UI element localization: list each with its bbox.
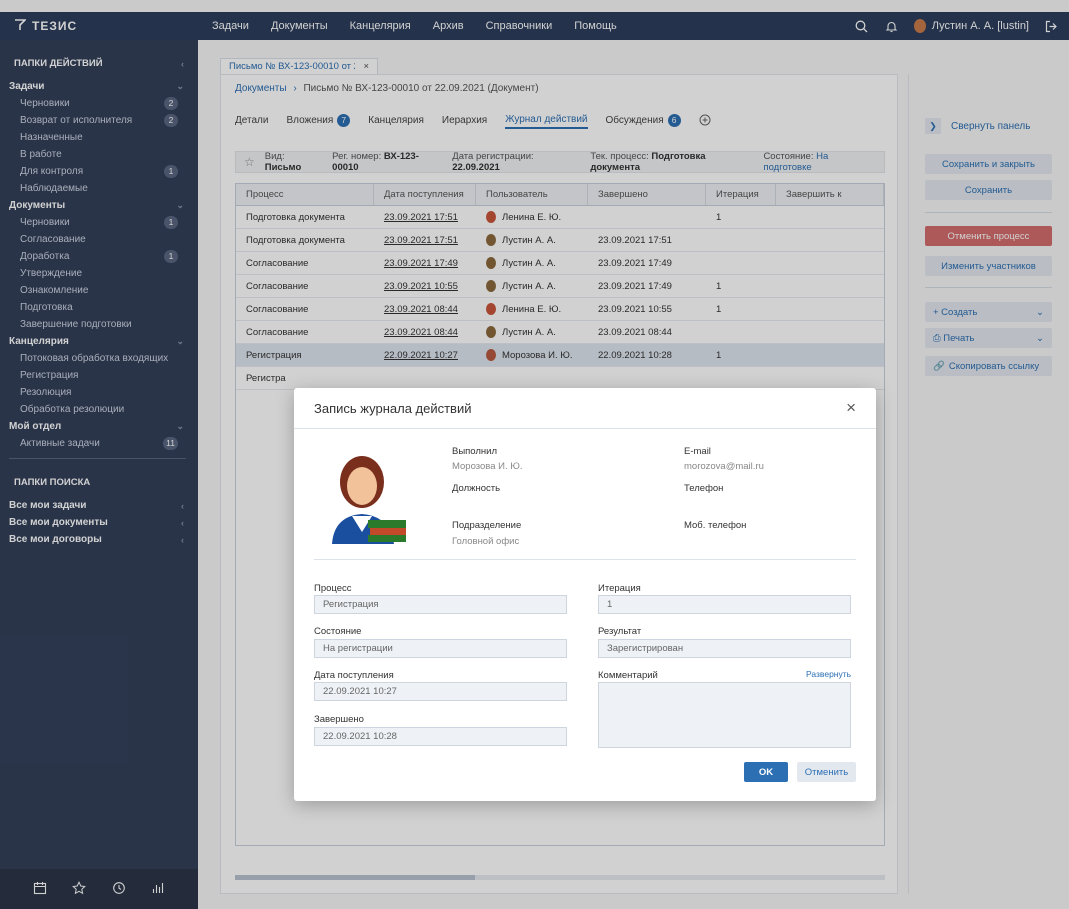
cancel-button[interactable]: Отменить: [797, 762, 856, 782]
mobile-label: Моб. телефон: [684, 520, 747, 531]
department-value: Головной офис: [452, 536, 520, 547]
department-label: Подразделение: [452, 520, 522, 531]
state-field[interactable]: На регистрации: [314, 639, 567, 658]
done-label: Завершено: [314, 714, 364, 725]
performed-label: Выполнил: [452, 446, 498, 457]
email-value: morozova@mail.ru: [684, 461, 764, 472]
dialog-title: Запись журнала действий: [314, 400, 472, 416]
state-label: Состояние: [314, 626, 362, 637]
expand-link[interactable]: Развернуть: [806, 669, 851, 679]
performed-value: Морозова И. Ю.: [452, 461, 523, 472]
user-photo: [314, 444, 414, 544]
result-label: Результат: [598, 626, 642, 637]
dialog-header: Запись журнала действий ×: [294, 388, 876, 429]
phone-label: Телефон: [684, 483, 724, 494]
process-field[interactable]: Регистрация: [314, 595, 567, 614]
ok-button[interactable]: OK: [744, 762, 788, 782]
comment-label: Комментарий: [598, 670, 658, 681]
position-label: Должность: [452, 483, 501, 494]
process-label: Процесс: [314, 583, 352, 594]
comment-field[interactable]: [598, 682, 851, 748]
done-field[interactable]: 22.09.2021 10:28: [314, 727, 567, 746]
iteration-field[interactable]: 1: [598, 595, 851, 614]
received-label: Дата поступления: [314, 670, 394, 681]
action-log-entry-dialog: Запись журнала действий × Выполнил Мороз…: [294, 388, 876, 801]
close-icon[interactable]: ×: [846, 398, 856, 418]
email-label: E-mail: [684, 446, 711, 457]
received-field[interactable]: 22.09.2021 10:27: [314, 682, 567, 701]
iteration-label: Итерация: [598, 583, 641, 594]
divider: [314, 559, 856, 560]
result-field[interactable]: Зарегистрирован: [598, 639, 851, 658]
